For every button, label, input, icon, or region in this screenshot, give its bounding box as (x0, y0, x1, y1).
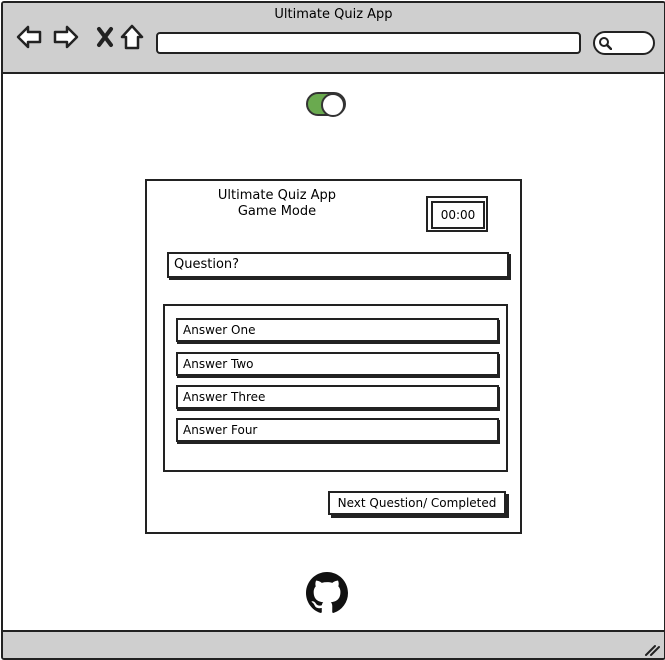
stop-close-icon[interactable] (91, 23, 119, 51)
timer: 00:00 (426, 196, 488, 232)
github-icon[interactable] (306, 572, 348, 614)
quiz-card: Ultimate Quiz App Game Mode 00:00 Questi… (145, 179, 522, 534)
timer-value: 00:00 (431, 201, 485, 229)
answer-button-four[interactable]: Answer Four (176, 418, 499, 442)
status-bar (3, 630, 664, 658)
next-question-button[interactable]: Next Question/ Completed (328, 491, 506, 515)
search-icon (599, 37, 612, 50)
back-arrow-icon[interactable] (15, 23, 43, 51)
quiz-title-app: Ultimate Quiz App (217, 188, 337, 203)
browser-window: Ultimate Quiz App Ultimate Quiz App Game… (1, 1, 665, 660)
resize-grip-icon[interactable] (644, 644, 660, 656)
question-text: Question? (167, 252, 509, 278)
window-title: Ultimate Quiz App (274, 7, 393, 22)
answer-button-one[interactable]: Answer One (176, 318, 499, 342)
quiz-title-mode: Game Mode (237, 204, 317, 219)
answers-panel: Answer One Answer Two Answer Three Answe… (163, 304, 508, 472)
forward-arrow-icon[interactable] (52, 23, 80, 51)
browser-toolbar: Ultimate Quiz App (3, 3, 664, 74)
answer-button-two[interactable]: Answer Two (176, 352, 499, 376)
answer-button-three[interactable]: Answer Three (176, 385, 499, 409)
toggle-knob (321, 93, 345, 117)
theme-toggle-switch[interactable] (306, 92, 346, 117)
home-icon[interactable] (118, 23, 146, 51)
address-bar[interactable] (156, 32, 581, 54)
quiz-title: Ultimate Quiz App Game Mode (202, 188, 352, 220)
search-box[interactable] (593, 31, 655, 55)
